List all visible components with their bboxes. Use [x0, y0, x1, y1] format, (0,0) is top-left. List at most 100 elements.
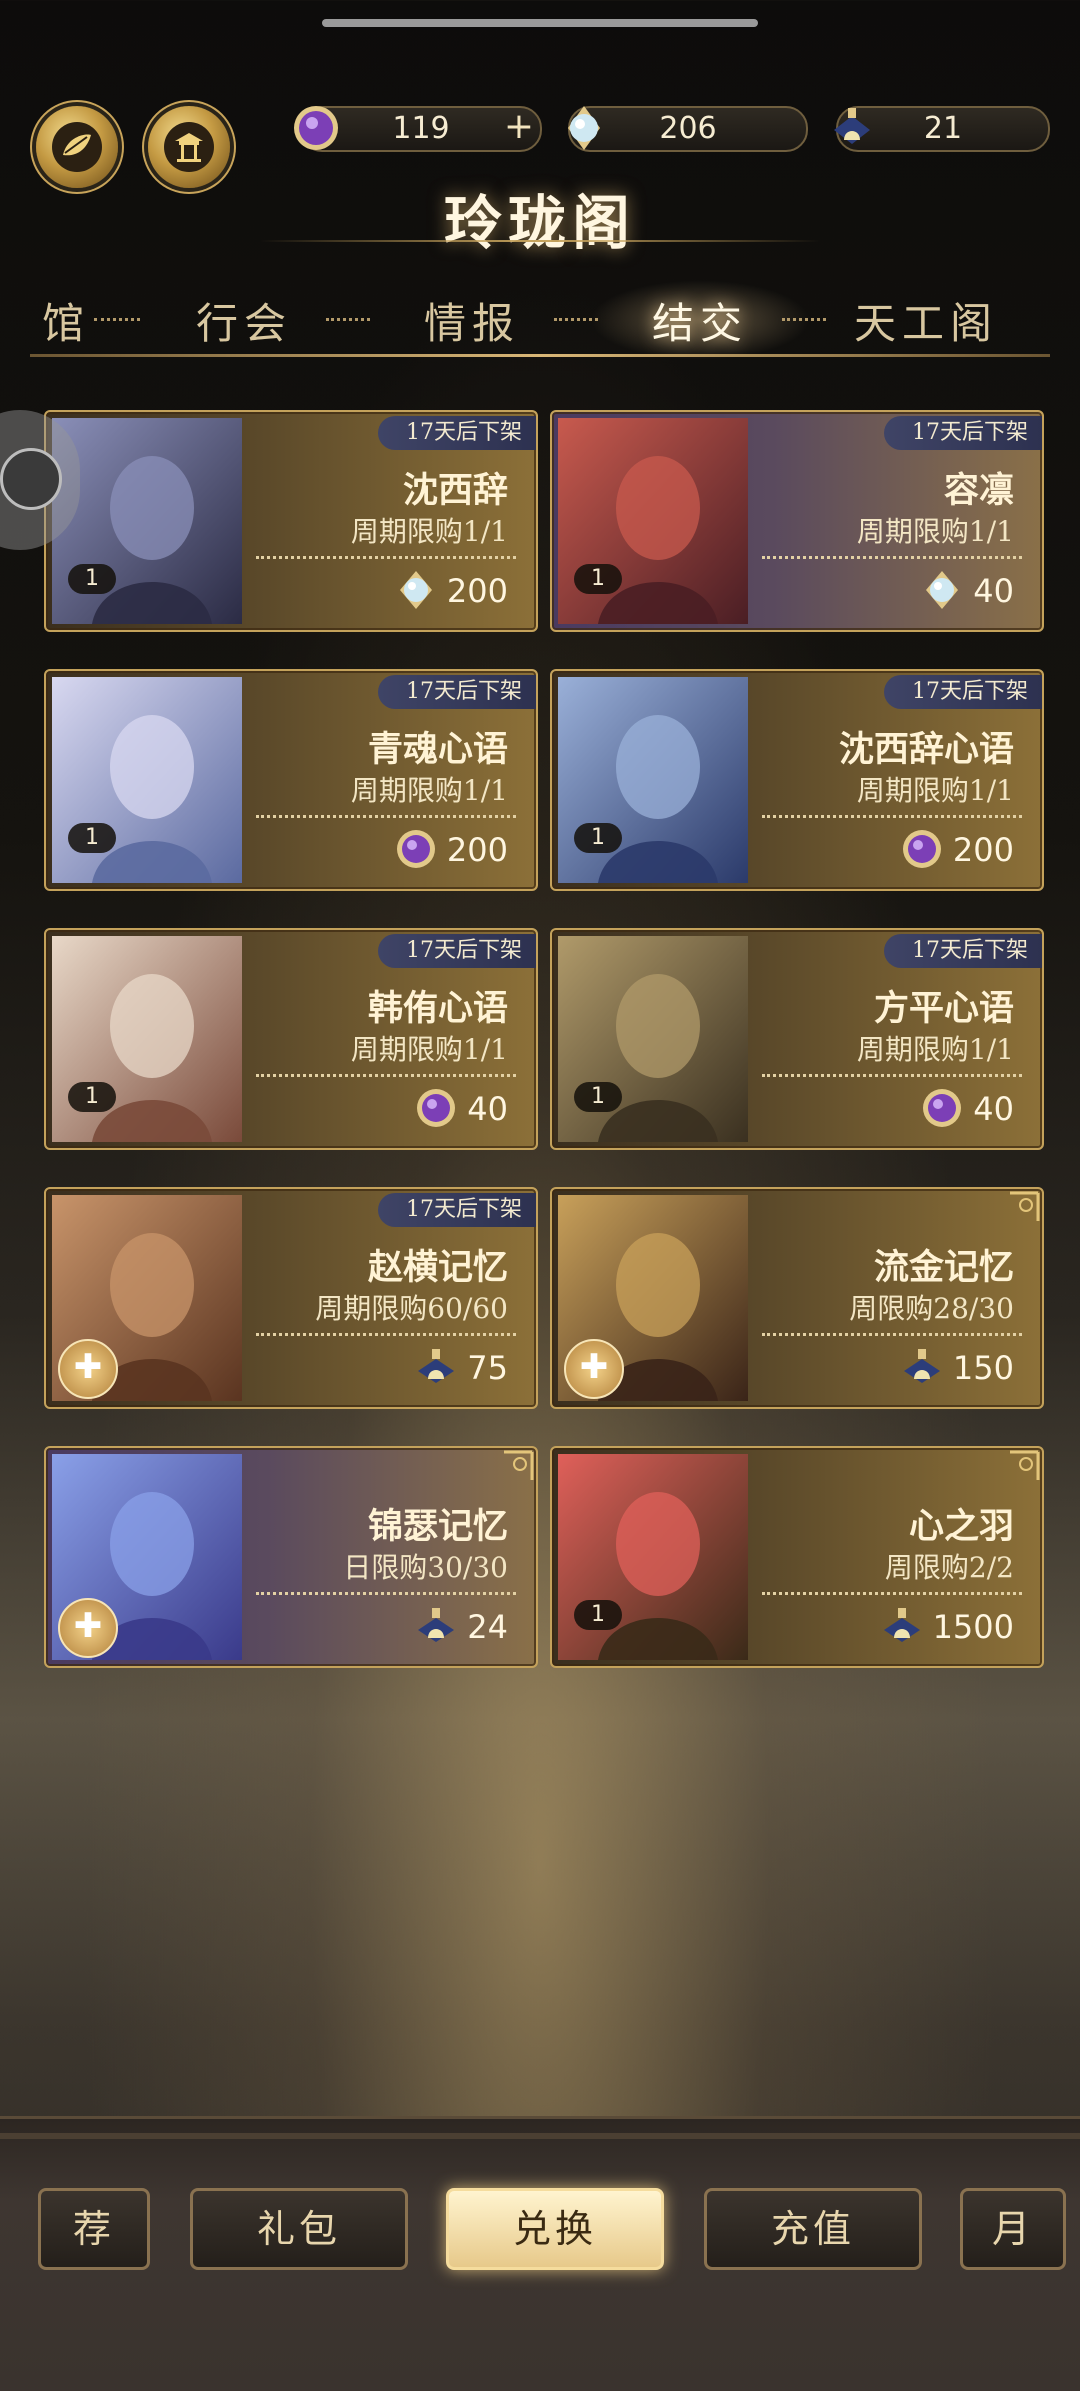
item-price: 200: [446, 572, 508, 610]
home-indicator: [322, 19, 758, 27]
vial-currency: 21: [834, 106, 1050, 152]
shop-item-card[interactable]: ✚ 锦瑟记忆 日限购30/30 24: [44, 1446, 538, 1668]
delist-timer: 17天后下架: [378, 416, 536, 450]
purchase-limit: 周限购2/2: [884, 1551, 1014, 1584]
pearl-currency: 206: [568, 106, 808, 152]
item-name: 锦瑟记忆: [367, 1506, 508, 1547]
dotted-divider: [762, 1074, 1022, 1077]
purchase-limit: 周期限购1/1: [856, 1033, 1014, 1066]
dotted-divider: [762, 1333, 1022, 1336]
vial-icon: [884, 1608, 920, 1642]
delist-timer: 17天后下架: [378, 675, 536, 709]
owned-count-badge: 1: [574, 564, 622, 594]
vial-amount: 21: [923, 111, 963, 146]
item-name: 沈西辞: [402, 470, 508, 511]
item-price: 150: [952, 1349, 1014, 1387]
dotted-divider: [256, 556, 516, 559]
item-name: 心之羽: [908, 1506, 1014, 1547]
title-divider: [260, 240, 820, 242]
tab-divider: [326, 318, 370, 325]
vial-icon: [418, 1349, 454, 1383]
item-name: 青魂心语: [367, 729, 508, 770]
purchase-limit: 周期限购1/1: [350, 1033, 508, 1066]
shop-item-card[interactable]: 1 心之羽 周限购2/2 1500: [550, 1446, 1044, 1668]
item-price: 40: [973, 572, 1014, 610]
item-name: 韩侑心语: [367, 988, 508, 1029]
add-gem-button[interactable]: +: [502, 109, 536, 145]
dotted-divider: [256, 1333, 516, 1336]
pearl-amount: 206: [659, 111, 717, 146]
puzzle-piece-icon: ✚: [58, 1339, 118, 1399]
item-price: 40: [467, 1090, 508, 1128]
vial-icon: [904, 1349, 940, 1383]
puzzle-piece-icon: ✚: [58, 1598, 118, 1658]
owned-count-badge: 1: [574, 1082, 622, 1112]
owned-count-badge: 1: [68, 1082, 116, 1112]
tab-guan[interactable]: 馆: [42, 290, 90, 351]
owned-count-badge: 1: [574, 823, 622, 853]
dotted-divider: [256, 1074, 516, 1077]
shop-item-card[interactable]: 1 17天后下架 沈西辞 周期限购1/1 200: [44, 410, 538, 632]
dotted-divider: [762, 815, 1022, 818]
dotted-divider: [762, 556, 1022, 559]
owned-count-badge: 1: [68, 564, 116, 594]
owned-count-badge: 1: [574, 1600, 622, 1630]
delist-timer: 17天后下架: [378, 934, 536, 968]
item-price: 40: [973, 1090, 1014, 1128]
dotted-divider: [256, 1592, 516, 1595]
tab-guild[interactable]: 行会: [196, 290, 292, 351]
item-price: 75: [467, 1349, 508, 1387]
item-price: 200: [446, 831, 508, 869]
item-name: 沈西辞心语: [838, 729, 1014, 770]
purchase-limit: 周期限购1/1: [350, 774, 508, 807]
nav-monthly[interactable]: 月: [960, 2188, 1066, 2270]
delist-timer: 17天后下架: [884, 675, 1042, 709]
category-tabs: 馆 行会 情报 结交 天工阁: [0, 290, 1080, 350]
item-price: 1500: [932, 1608, 1014, 1646]
purchase-limit: 周限购28/30: [849, 1292, 1014, 1325]
delist-timer: 17天后下架: [884, 416, 1042, 450]
nav-recommend[interactable]: 荐: [38, 2188, 150, 2270]
nav-gift-pack[interactable]: 礼包: [190, 2188, 408, 2270]
page-title: 玲珑阁: [443, 189, 636, 257]
gem-icon: [923, 1089, 961, 1127]
gem-icon: [397, 830, 435, 868]
item-name: 流金记忆: [873, 1247, 1014, 1288]
shop-item-card[interactable]: 1 17天后下架青魂心语 周期限购1/1 200: [44, 669, 538, 891]
item-price: 200: [952, 831, 1014, 869]
music-icon: [0, 448, 62, 510]
corner-ornament-icon: [504, 1450, 534, 1480]
owned-count-badge: 1: [68, 823, 116, 853]
nav-recharge[interactable]: 充值: [704, 2188, 922, 2270]
pearl-icon: [926, 571, 958, 609]
purchase-limit: 日限购30/30: [343, 1551, 508, 1584]
dotted-divider: [762, 1592, 1022, 1595]
tab-divider: [782, 318, 826, 325]
tab-intel[interactable]: 情报: [424, 290, 520, 351]
tab-friendship[interactable]: 结交: [652, 290, 748, 351]
shop-item-card[interactable]: 1 17天后下架 沈西辞心语 周期限购1/1 200: [550, 669, 1044, 891]
delist-timer: 17天后下架: [378, 1193, 536, 1227]
corner-ornament-icon: [1010, 1450, 1040, 1480]
tab-tiangong[interactable]: 天工阁: [854, 290, 998, 351]
pearl-icon: [400, 571, 432, 609]
purchase-limit: 周期限购1/1: [856, 515, 1014, 548]
item-name: 方平心语: [873, 988, 1014, 1029]
shop-item-card[interactable]: ✚ 流金记忆 周限购28/30 150: [550, 1187, 1044, 1409]
shop-item-card[interactable]: ✚ 17天后下架 赵横记忆 周期限购60/60 75: [44, 1187, 538, 1409]
item-price: 24: [467, 1608, 508, 1646]
gem-currency: 119 +: [294, 106, 542, 152]
nav-rail: [0, 2133, 1080, 2139]
gem-icon: [417, 1089, 455, 1127]
tab-divider: [94, 318, 140, 325]
shop-item-card[interactable]: 1 17天后下架 方平心语 周期限购1/1 40: [550, 928, 1044, 1150]
purchase-limit: 周期限购60/60: [315, 1292, 508, 1325]
shop-item-card[interactable]: 1 17天后下架容凛 周期限购1/1 40: [550, 410, 1044, 632]
shop-item-card[interactable]: 1 17天后下架韩侑心语 周期限购1/1 40: [44, 928, 538, 1150]
vial-icon: [418, 1608, 454, 1642]
nav-exchange[interactable]: 兑换: [446, 2188, 664, 2270]
pavilion-icon: [164, 122, 214, 172]
corner-ornament-icon: [1010, 1191, 1040, 1221]
tab-divider: [554, 318, 598, 325]
item-name: 容凛: [943, 470, 1014, 511]
